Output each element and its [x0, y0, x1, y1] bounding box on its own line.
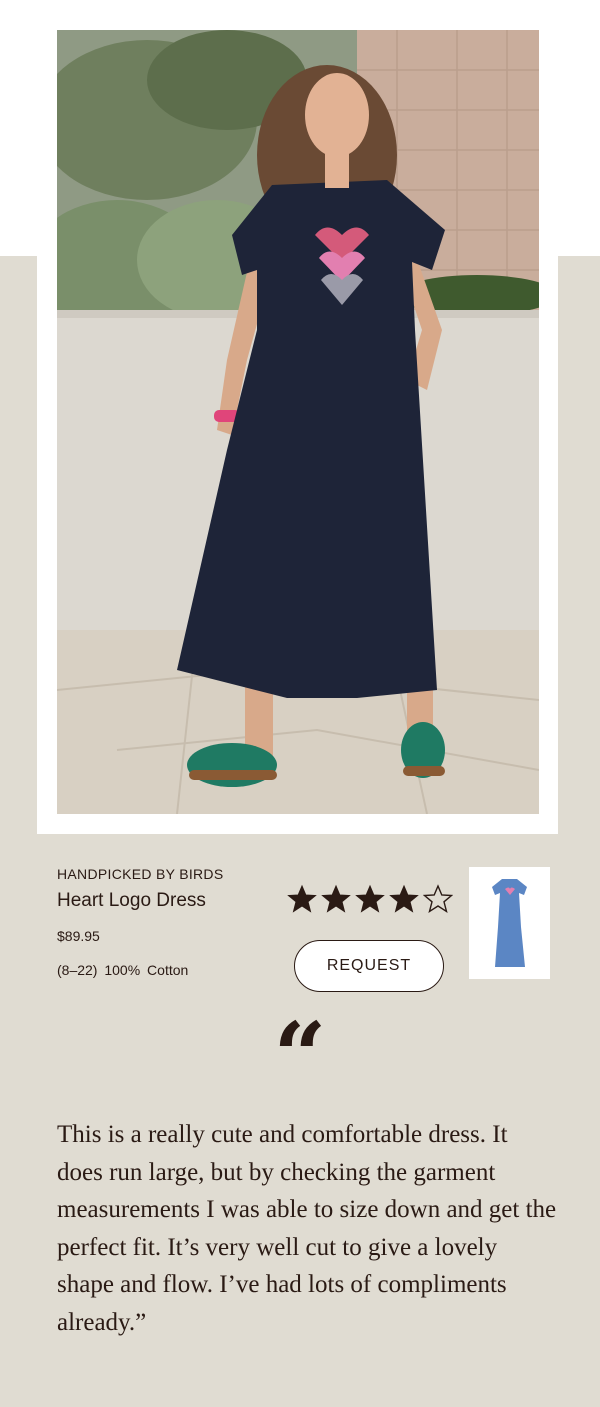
product-details: (8–22) 100% Cotton — [57, 962, 189, 978]
star-empty-icon — [423, 884, 453, 914]
product-brand: HANDPICKED BY BIRDS — [57, 866, 224, 882]
product-hero-image[interactable] — [57, 30, 539, 814]
star-rating — [287, 884, 453, 916]
dress-thumbnail-icon — [492, 879, 527, 967]
star-filled-icon — [355, 884, 385, 913]
star-filled-icon — [287, 884, 317, 913]
product-price: $89.95 — [57, 928, 100, 944]
product-thumbnail[interactable] — [469, 867, 550, 979]
product-name[interactable]: Heart Logo Dress — [57, 890, 206, 912]
request-button[interactable]: REQUEST — [294, 940, 444, 992]
review-text: This is a really cute and comfortable dr… — [57, 1121, 557, 1336]
star-filled-icon — [389, 884, 419, 913]
quote-mark: “ — [273, 1002, 327, 1110]
star-filled-icon — [321, 884, 351, 913]
